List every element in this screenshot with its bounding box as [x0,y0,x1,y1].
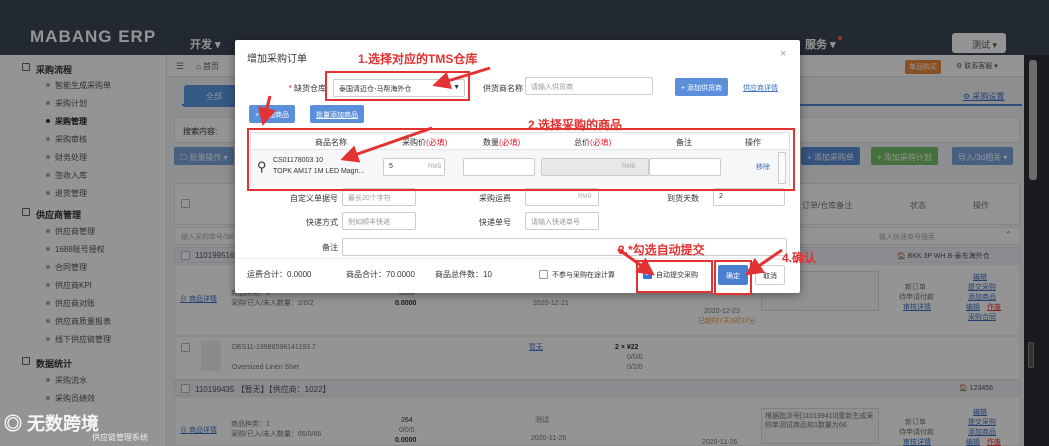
watermark-logo: ◎ 无数跨境 [4,414,100,434]
watermark-icon: ◎ [4,414,28,434]
arrow-step4 [745,248,783,276]
watermark-sub: 供应链管理系统 [92,433,148,442]
annotation-arrows [258,66,783,276]
arrow-step1 [432,66,491,90]
arrow-step3 [617,247,655,276]
arrow-step2 [340,126,433,163]
arrow-add-goods [258,95,276,126]
